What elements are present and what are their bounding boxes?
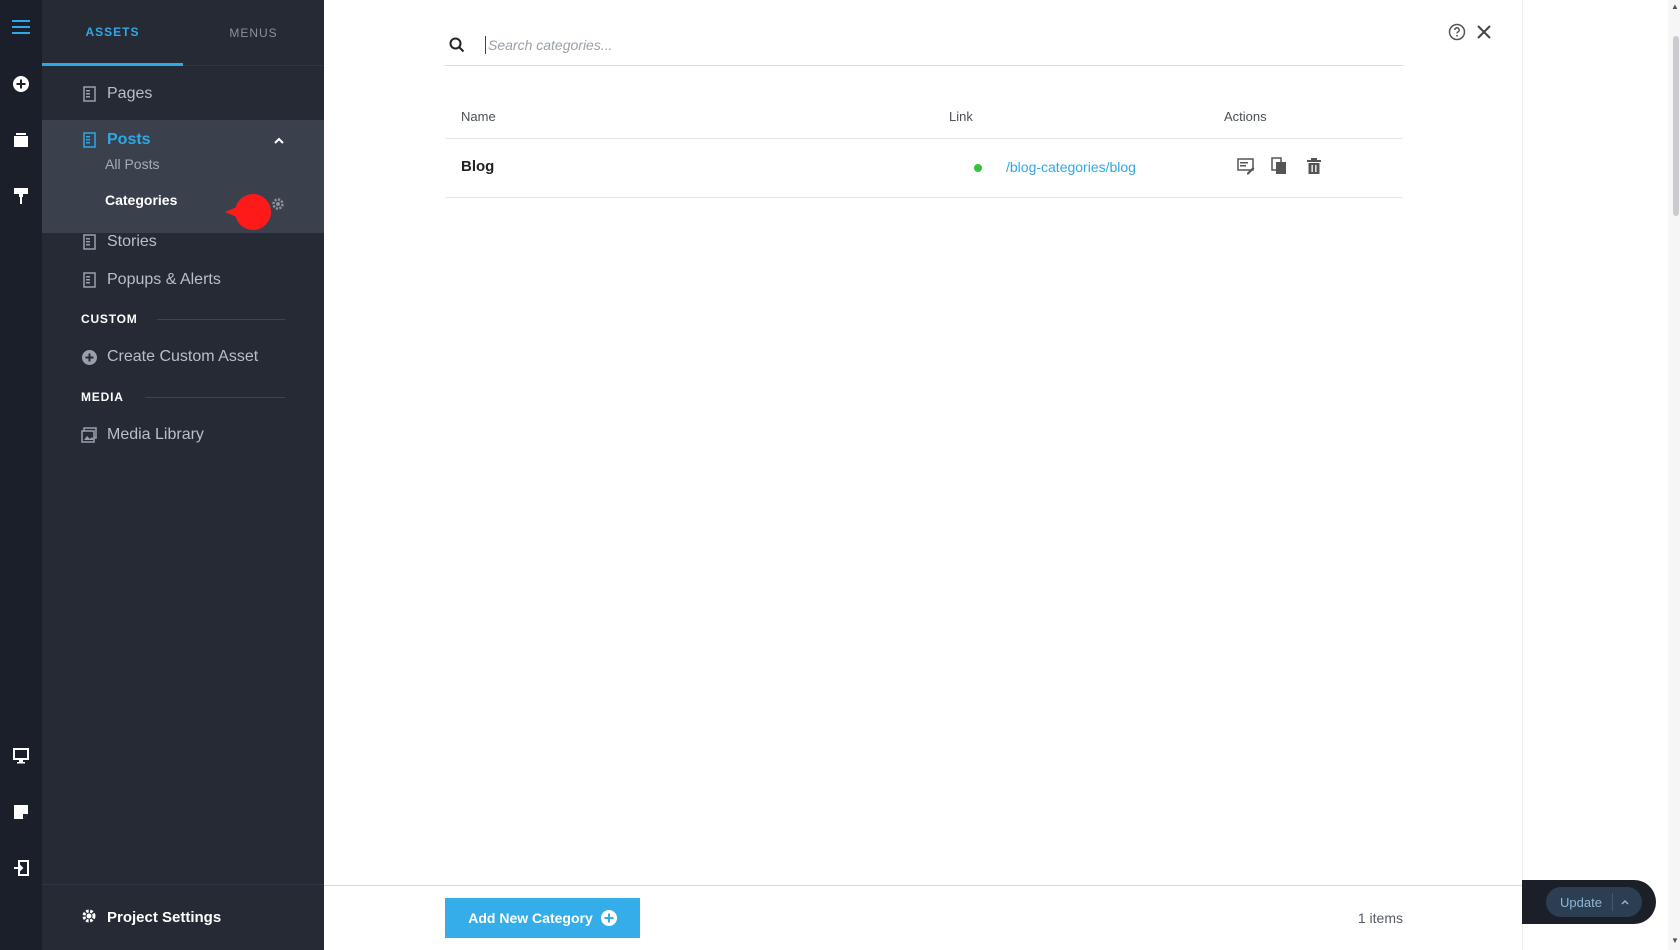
sidebar-item-pages[interactable]: Pages	[42, 74, 324, 114]
image-gallery-icon	[81, 427, 97, 443]
exit-icon[interactable]	[0, 847, 42, 889]
duplicate-icon[interactable]	[1271, 157, 1287, 180]
sidebar-subitem-categories[interactable]: Categories	[105, 192, 177, 208]
trash-icon[interactable]	[1306, 157, 1322, 180]
add-new-category-button[interactable]: Add New Category	[445, 898, 640, 938]
sidebar-item-popups[interactable]: Popups & Alerts	[42, 260, 324, 300]
search-icon	[449, 37, 471, 53]
sidebar-subitem-all-posts[interactable]: All Posts	[105, 156, 159, 172]
divider	[157, 319, 285, 320]
gear-icon[interactable]	[271, 197, 285, 216]
post-icon	[81, 132, 97, 148]
divider	[145, 397, 285, 398]
add-new-category-label: Add New Category	[468, 910, 593, 926]
column-header-actions: Actions	[1224, 109, 1267, 124]
column-header-link[interactable]: Link	[949, 109, 973, 124]
search-bar	[445, 24, 1403, 66]
sidebar-item-label: Create Custom Asset	[107, 348, 259, 365]
tab-menus[interactable]: MENUS	[183, 0, 324, 66]
sidebar-item-label: Stories	[107, 233, 157, 250]
sidebar-tabs: ASSETS MENUS	[42, 0, 324, 66]
edit-icon[interactable]	[1237, 157, 1255, 180]
scroll-down-arrow-icon[interactable]: ▼	[1671, 936, 1679, 945]
canvas-backdrop	[1522, 0, 1680, 950]
section-heading-custom: CUSTOM	[81, 312, 138, 326]
icon-rail	[0, 0, 42, 950]
sidebar-item-posts[interactable]: Posts	[42, 120, 324, 160]
scroll-up-arrow-icon[interactable]: ▲	[1671, 2, 1679, 11]
sidebar-item-stories[interactable]: Stories	[42, 222, 324, 262]
sidebar-item-label: Popups & Alerts	[107, 271, 221, 288]
desktop-view-icon[interactable]	[0, 735, 42, 777]
layers-icon[interactable]	[0, 119, 42, 161]
chevron-up-icon[interactable]	[1612, 893, 1636, 911]
hamburger-menu-icon[interactable]	[0, 6, 42, 48]
search-input[interactable]	[485, 35, 1365, 54]
page-icon	[81, 272, 97, 288]
add-circle-icon[interactable]	[0, 63, 42, 105]
sidebar-item-media-library[interactable]: Media Library	[42, 415, 324, 455]
category-name: Blog	[461, 158, 495, 175]
status-dot	[974, 164, 982, 172]
category-link[interactable]: /blog-categories/blog	[1006, 159, 1136, 175]
sidebar-item-label: Pages	[107, 85, 153, 102]
close-icon[interactable]	[1475, 23, 1493, 46]
chevron-up-icon[interactable]	[274, 132, 284, 150]
categories-panel: Name Link Actions Blog /blog-categories/…	[324, 0, 1522, 950]
assets-sidebar: ASSETS MENUS Pages Posts All Posts Categ…	[42, 0, 324, 950]
paint-roller-icon[interactable]	[0, 175, 42, 217]
tab-assets[interactable]: ASSETS	[42, 0, 183, 66]
sidebar-item-label: Media Library	[107, 426, 204, 443]
add-circle-icon	[600, 910, 617, 926]
gear-icon	[81, 908, 97, 928]
scrollbar-thumb[interactable]	[1673, 36, 1679, 216]
table-row[interactable]: Blog /blog-categories/blog	[445, 139, 1403, 198]
sidebar-item-create-custom-asset[interactable]: Create Custom Asset	[42, 337, 324, 377]
page-icon	[81, 86, 97, 102]
panel-footer: Add New Category 1 items	[324, 885, 1522, 950]
sidebar-item-label: Posts	[107, 131, 151, 148]
project-settings-button[interactable]: Project Settings	[42, 884, 324, 950]
section-heading-media: MEDIA	[81, 390, 124, 404]
add-circle-icon	[81, 349, 97, 365]
column-header-name[interactable]: Name	[461, 109, 496, 124]
help-icon[interactable]	[1448, 23, 1466, 46]
note-icon[interactable]	[0, 791, 42, 833]
items-count: 1 items	[1357, 910, 1403, 926]
project-settings-label: Project Settings	[107, 909, 222, 926]
page-icon	[81, 234, 97, 250]
